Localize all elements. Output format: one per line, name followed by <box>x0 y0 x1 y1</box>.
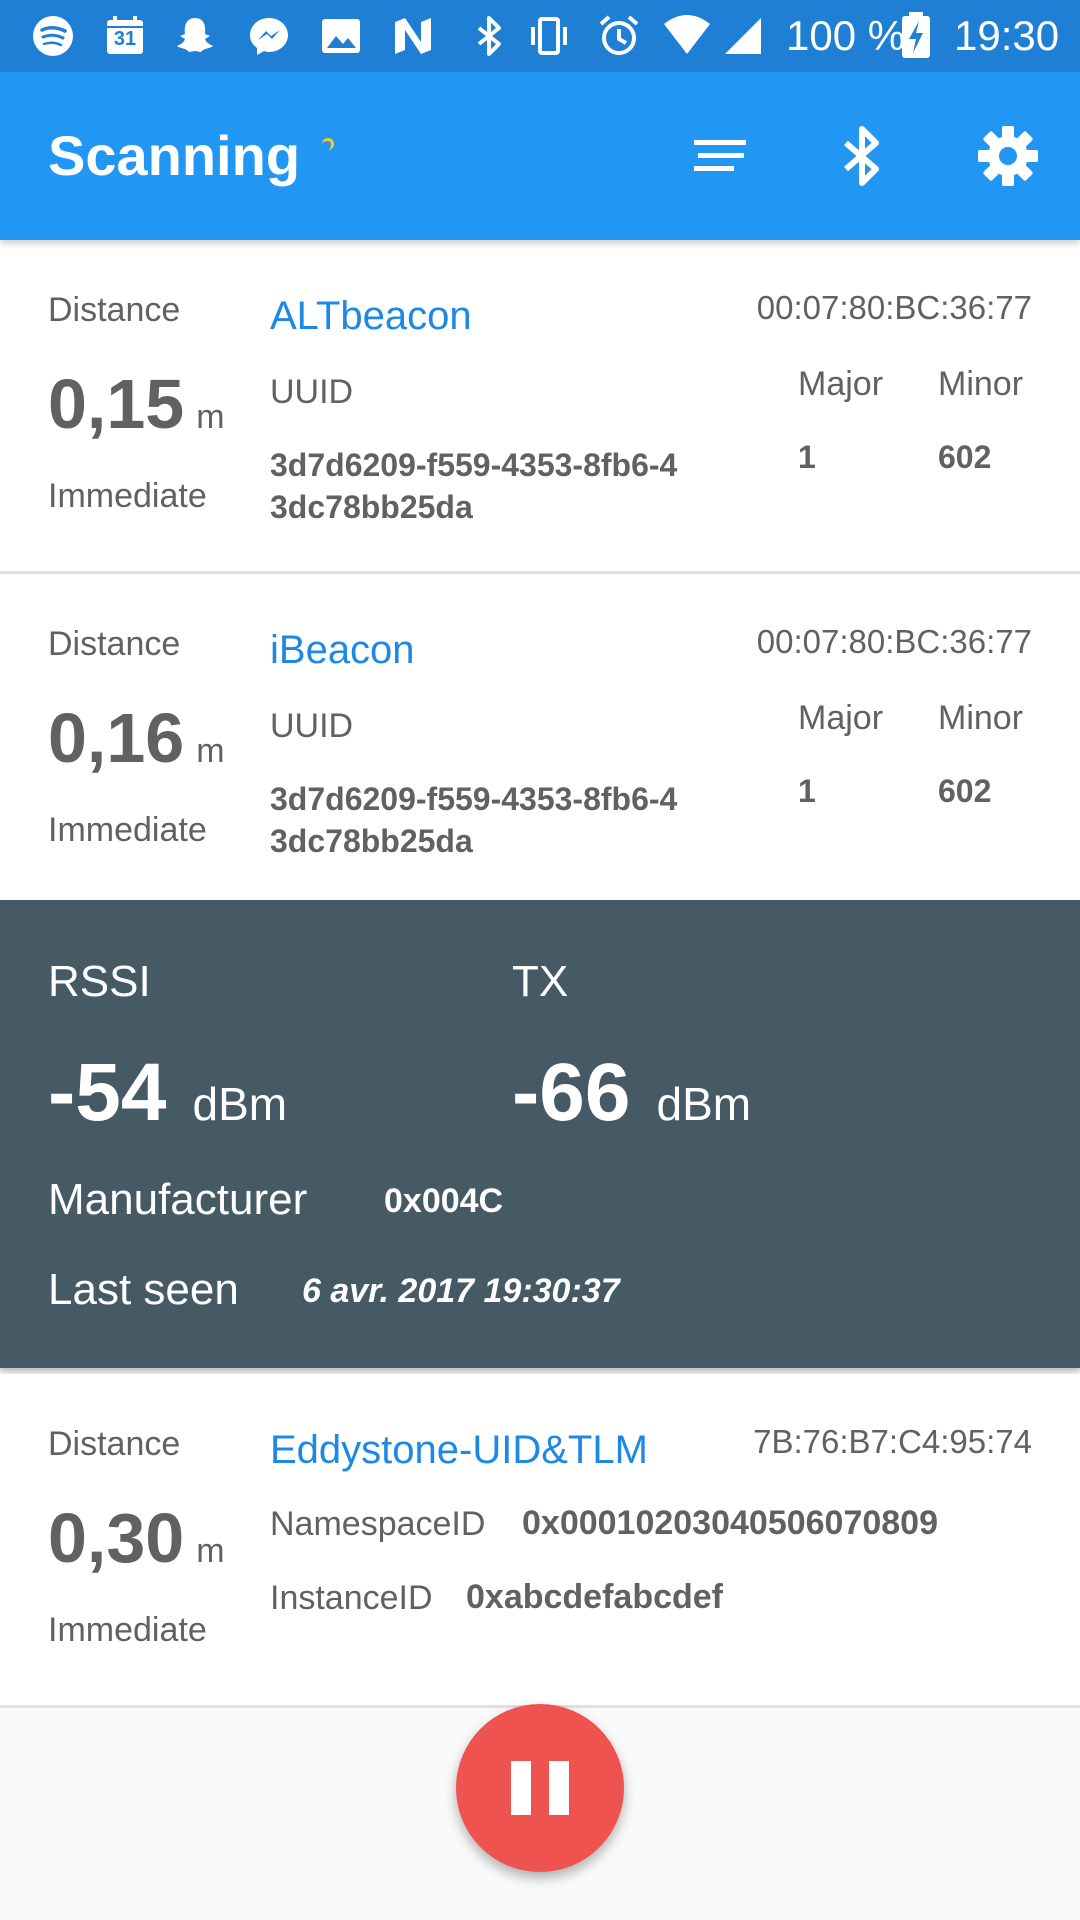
bluetooth-icon <box>466 14 512 58</box>
namespace-label: NamespaceID <box>270 1505 486 1543</box>
major-value: 1 <box>798 773 816 809</box>
alarm-icon <box>596 14 642 58</box>
uuid-value-line1: 3d7d6209-f559-4353-8fb6-4 <box>270 781 678 817</box>
uuid-label: UUID <box>270 373 354 411</box>
distance-unit: m <box>196 1532 225 1570</box>
uuid-value-line2: 3dc78bb25da <box>270 823 473 859</box>
sort-icon <box>694 140 746 171</box>
distance-value: 0,15 m <box>48 365 225 443</box>
signal-icon <box>720 14 766 58</box>
minor-label: Minor <box>938 699 1024 737</box>
battery-percent: 100 % <box>786 12 906 59</box>
major-label: Major <box>798 365 884 403</box>
app-bar: Scanning <box>0 72 1080 240</box>
status-bar: 31 100 % 19:30 <box>0 0 1080 72</box>
spotify-icon <box>30 14 76 58</box>
tx-unit: dBm <box>656 1078 752 1130</box>
rssi-unit: dBm <box>192 1078 288 1130</box>
uuid-label: UUID <box>270 707 354 745</box>
beacon-card[interactable]: Distance 0,30 m Immediate Eddystone-UID&T… <box>0 1374 1080 1708</box>
settings-icon <box>978 126 1038 186</box>
mac-address: 00:07:80:BC:36:77 <box>756 623 1032 660</box>
proximity-label: Immediate <box>48 477 207 515</box>
rssi-label: RSSI <box>48 957 151 1006</box>
scanning-spinner-icon <box>322 138 334 150</box>
beacon-type: Eddystone-UID&TLM <box>270 1428 648 1472</box>
calendar-day: 31 <box>113 28 137 50</box>
distance-label: Distance <box>48 291 181 329</box>
namespace-value: 0x00010203040506070809 <box>522 1504 939 1542</box>
distance-label: Distance <box>48 1425 181 1463</box>
major-label: Major <box>798 699 884 737</box>
nfc-icon <box>390 14 436 58</box>
last-seen-label: Last seen <box>48 1265 239 1314</box>
pause-icon <box>511 1761 531 1815</box>
minor-value: 602 <box>938 773 992 809</box>
minor-value: 602 <box>938 439 992 475</box>
instance-value: 0xabcdefabcdef <box>466 1578 723 1616</box>
battery-charging-icon <box>900 12 932 58</box>
pause-icon <box>549 1761 569 1815</box>
bluetooth-button[interactable] <box>822 116 902 196</box>
distance-unit: m <box>196 398 225 436</box>
tx-value: -66 dBm <box>512 1047 752 1138</box>
manufacturer-label: Manufacturer <box>48 1175 308 1224</box>
snapchat-icon <box>172 14 218 58</box>
minor-label: Minor <box>938 365 1024 403</box>
messenger-icon <box>246 14 292 58</box>
proximity-label: Immediate <box>48 1611 207 1649</box>
proximity-label: Immediate <box>48 811 207 849</box>
uuid-value-line1: 3d7d6209-f559-4353-8fb6-4 <box>270 447 678 483</box>
distance-value: 0,30 m <box>48 1499 225 1577</box>
clock: 19:30 <box>954 12 1060 59</box>
beacon-type: iBeacon <box>270 628 415 672</box>
distance-value: 0,16 m <box>48 699 225 777</box>
tx-label: TX <box>512 957 569 1006</box>
manufacturer-value: 0x004C <box>384 1182 504 1220</box>
major-value: 1 <box>798 439 816 475</box>
sort-button[interactable] <box>680 116 760 196</box>
settings-button[interactable] <box>968 116 1048 196</box>
gallery-icon <box>318 14 364 58</box>
wifi-icon <box>662 14 712 58</box>
beacon-type: ALTbeacon <box>270 294 472 338</box>
instance-label: InstanceID <box>270 1579 433 1617</box>
uuid-value-line2: 3dc78bb25da <box>270 489 473 525</box>
rssi-value: -54 dBm <box>48 1047 288 1138</box>
mac-address: 00:07:80:BC:36:77 <box>756 289 1032 326</box>
vibrate-icon <box>526 14 572 58</box>
bluetooth-icon <box>844 126 879 186</box>
distance-unit: m <box>196 732 225 770</box>
distance-label: Distance <box>48 625 181 663</box>
beacon-card[interactable]: Distance 0,15 m Immediate ALTbeacon 00:07… <box>0 240 1080 574</box>
beacon-details-panel[interactable]: RSSI TX -54 dBm -66 dBm Manufacturer 0x004… <box>0 900 1080 1368</box>
pause-scan-button[interactable] <box>456 1704 624 1872</box>
calendar-icon: 31 <box>102 14 148 58</box>
last-seen-value: 6 avr. 2017 19:30:37 <box>302 1272 620 1310</box>
page-title: Scanning <box>48 124 301 187</box>
mac-address: 7B:76:B7:C4:95:74 <box>753 1423 1032 1460</box>
beacon-card[interactable]: Distance 0,16 m Immediate iBeacon 00:07:8… <box>0 574 1080 900</box>
